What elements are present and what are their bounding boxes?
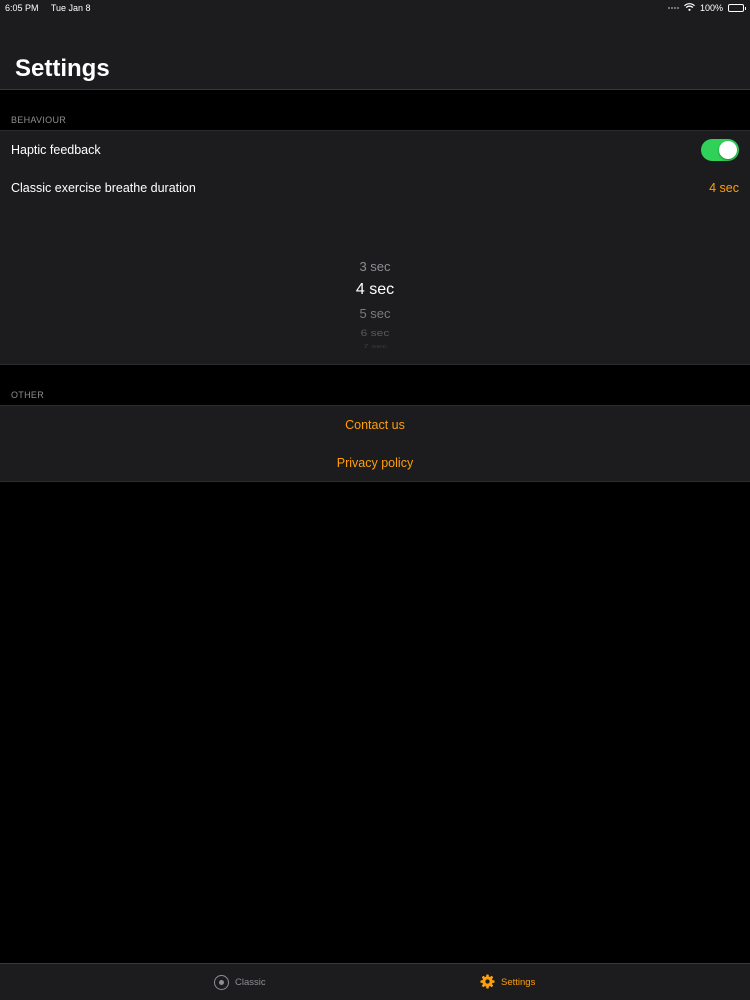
- contact-us-link[interactable]: Contact us: [345, 418, 405, 432]
- privacy-policy-link[interactable]: Privacy policy: [337, 456, 413, 470]
- privacy-policy-row[interactable]: Privacy policy: [0, 444, 750, 482]
- status-time: 6:05 PM: [5, 3, 39, 13]
- picker-option-selected[interactable]: 4 sec: [0, 281, 750, 299]
- picker-option[interactable]: 6 sec: [0, 327, 750, 338]
- behaviour-group: Haptic feedback Classic exercise breathe…: [0, 130, 750, 365]
- haptic-feedback-row: Haptic feedback: [0, 131, 750, 169]
- tab-settings[interactable]: Settings: [480, 964, 535, 1000]
- toggle-knob: [719, 141, 737, 159]
- tab-settings-label: Settings: [501, 977, 536, 988]
- breathe-duration-label: Classic exercise breathe duration: [11, 181, 196, 195]
- breathe-duration-row[interactable]: Classic exercise breathe duration 4 sec: [0, 169, 750, 207]
- picker-option[interactable]: 5 sec: [0, 306, 750, 321]
- picker-option[interactable]: 3 sec: [0, 259, 750, 274]
- haptic-feedback-label: Haptic feedback: [11, 143, 101, 157]
- duration-picker[interactable]: 3 sec 4 sec 5 sec 6 sec 7 sec: [0, 207, 750, 365]
- tab-classic[interactable]: Classic: [214, 964, 266, 1000]
- page-title: Settings: [15, 55, 110, 82]
- battery-icon: [728, 4, 746, 12]
- battery-percent: 100%: [699, 3, 723, 13]
- breathe-duration-value: 4 sec: [709, 181, 739, 195]
- section-header-behaviour: BEHAVIOUR: [11, 115, 67, 125]
- other-group: Contact us Privacy policy: [0, 405, 750, 482]
- section-header-other: OTHER: [11, 390, 44, 400]
- haptic-feedback-toggle[interactable]: [701, 139, 739, 161]
- screen: 6:05 PM Tue Jan 8 100% Settings BEHAVIOU…: [0, 0, 750, 1000]
- signal-dots-icon: [667, 7, 679, 9]
- navigation-header: Settings: [0, 16, 750, 90]
- gear-icon: [480, 973, 495, 992]
- target-icon: [214, 975, 229, 990]
- status-date: Tue Jan 8: [50, 3, 91, 13]
- tab-bar: Classic Settings: [0, 963, 750, 1000]
- tab-classic-label: Classic: [235, 977, 266, 988]
- wifi-icon: [684, 3, 695, 13]
- status-bar: 6:05 PM Tue Jan 8 100%: [0, 0, 750, 16]
- contact-us-row[interactable]: Contact us: [0, 406, 750, 444]
- picker-option[interactable]: 7 sec: [0, 344, 750, 348]
